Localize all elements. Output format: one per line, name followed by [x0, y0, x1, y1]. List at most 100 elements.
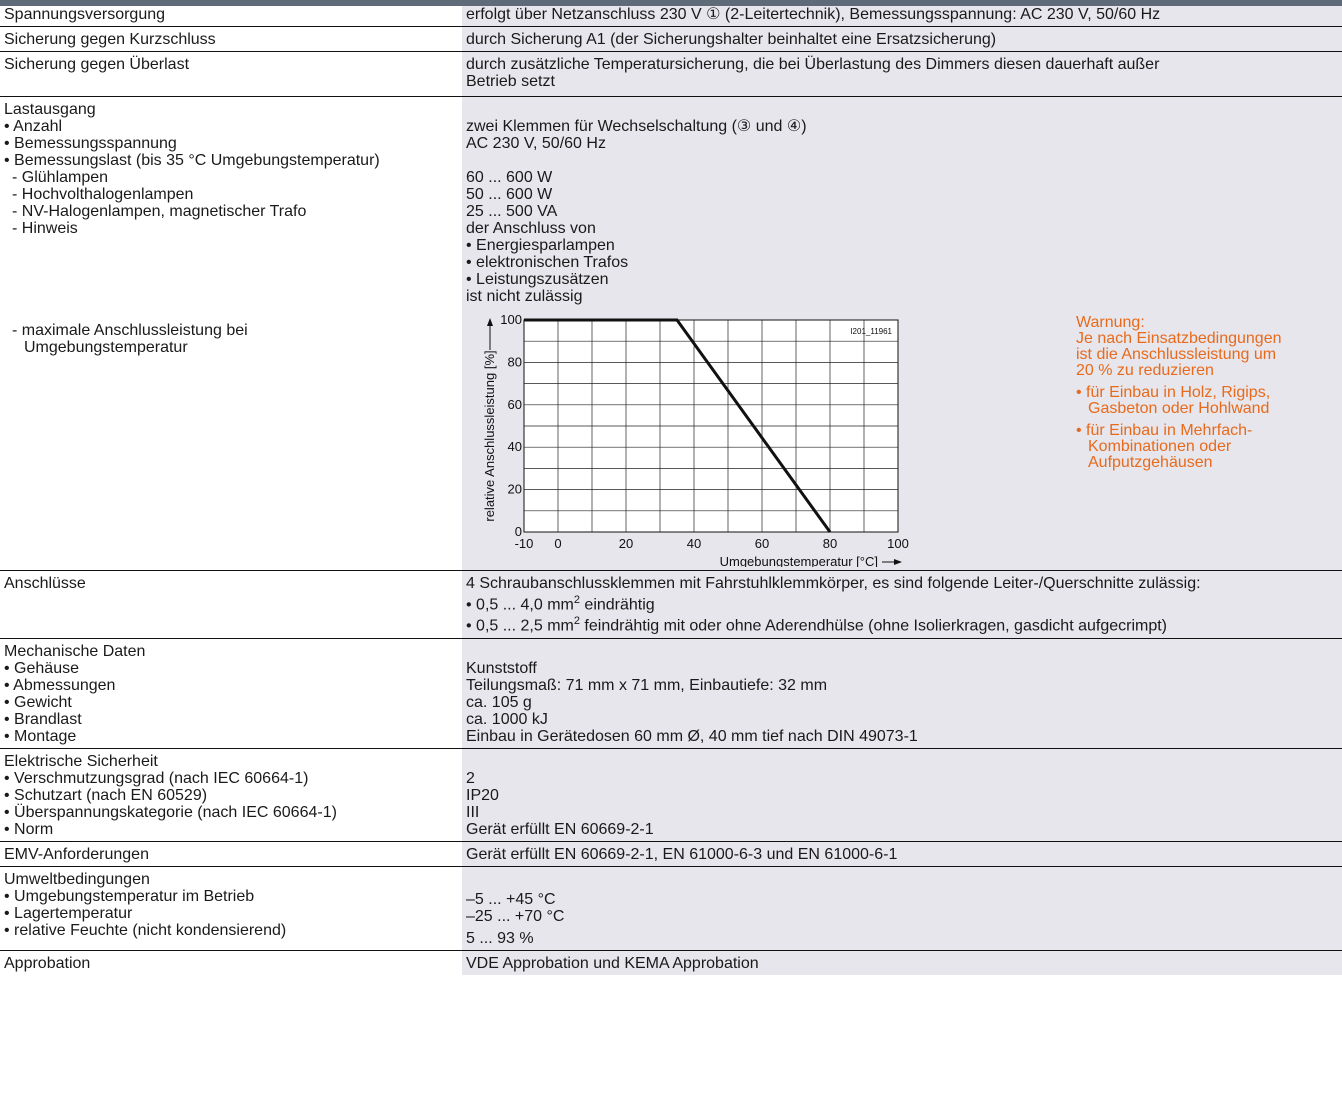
- row-value: erfolgt über Netzanschluss 230 V ① (2-Le…: [462, 6, 1342, 27]
- row-label: Spannungsversorgung: [0, 6, 462, 27]
- table-row: EMV-Anforderungen Gerät erfüllt EN 60669…: [0, 841, 1342, 867]
- section-title: Elektrische Sicherheit: [4, 752, 158, 770]
- item-value: IP20: [466, 786, 499, 804]
- item-value: zwei Klemmen für Wechselschaltung (③ und…: [466, 118, 807, 135]
- table-row: Sicherung gegen Kurzschluss durch Sicher…: [0, 26, 1342, 52]
- item-label: - Hinweis: [12, 220, 78, 237]
- item-label: Umgebungstemperatur: [24, 339, 188, 356]
- warning-text: 20 % zu reduzieren: [1076, 362, 1214, 379]
- table-row: Umweltbedingungen • Umgebungstemperatur …: [0, 866, 1342, 951]
- y-tick-label: 20: [508, 482, 522, 497]
- y-tick-label: 80: [508, 354, 522, 369]
- table-row: Mechanische Daten • Gehäuse • Abmessunge…: [0, 638, 1342, 749]
- y-axis-arrowhead: [487, 318, 493, 326]
- item-value: Gerät erfüllt EN 60669-2-1: [466, 820, 654, 838]
- x-tick-label: 80: [823, 536, 837, 551]
- warning-bullet-line: Aufputzgehäusen: [1088, 454, 1213, 471]
- row-value: durch zusätzliche Temperatursicherung, d…: [462, 51, 1342, 97]
- warning-title: Warnung:: [1076, 314, 1145, 331]
- value-line: Betrieb setzt: [466, 73, 555, 90]
- item-value: 50 ... 600 W: [466, 186, 553, 203]
- item-value: 2: [466, 769, 475, 787]
- item-value: ca. 1000 kJ: [466, 710, 548, 728]
- item-label: • Norm: [4, 820, 54, 838]
- item-label: • Montage: [4, 727, 77, 745]
- item-value: 4 Schraubanschlussklemmen mit Fahrstuhlk…: [466, 575, 1201, 592]
- item-label: • Abmessungen: [4, 676, 116, 694]
- section-title: Mechanische Daten: [4, 642, 146, 660]
- item-value: ca. 105 g: [466, 693, 532, 711]
- item-label: • Gehäuse: [4, 659, 79, 677]
- warning-text: ist die Anschlussleistung um: [1076, 346, 1277, 363]
- row-label-block: Elektrische Sicherheit • Verschmutzungsg…: [0, 748, 462, 842]
- item-label: • Überspannungskategorie (nach IEC 60664…: [4, 803, 337, 821]
- item-label: • Umgebungstemperatur im Betrieb: [4, 887, 255, 905]
- item-label: - NV-Halogenlampen, magnetischer Trafo: [12, 203, 307, 220]
- row-value: VDE Approbation und KEMA Approbation: [462, 950, 1342, 975]
- row-value-block: –5 ... +45 °C –25 ... +70 °C 5 ... 93 %: [462, 866, 1342, 951]
- section-title: Umweltbedingungen: [4, 870, 150, 888]
- warning-bullet-line: • für Einbau in Holz, Rigips,: [1076, 384, 1271, 401]
- item-value: der Anschluss von: [466, 220, 596, 237]
- row-value: Gerät erfüllt EN 60669-2-1, EN 61000-6-3…: [462, 841, 1342, 867]
- warning-bullet: • für Einbau in Holz, Rigips, Gasbeton o…: [1076, 385, 1326, 417]
- table-row: Approbation VDE Approbation und KEMA App…: [0, 950, 1342, 975]
- x-axis-label: Umgebungstemperatur [°C]: [720, 554, 878, 567]
- row-value-block: Kunststoff Teilungsmaß: 71 mm x 71 mm, E…: [462, 638, 1342, 749]
- warning-bullet-line: • für Einbau in Mehrfach-: [1076, 422, 1253, 439]
- derating-chart: -10 0 20 40 60 80 100020406080100I201_11961Umg…: [482, 312, 909, 569]
- item-value: 5 ... 93 %: [466, 929, 534, 947]
- item-value: • Energiesparlampen: [466, 237, 615, 254]
- table-row: Spannungsversorgung erfolgt über Netzans…: [0, 6, 1342, 27]
- item-label: • Brandlast: [4, 710, 82, 728]
- item-label: • Bemessungsspannung: [4, 135, 177, 152]
- item-value: 60 ... 600 W: [466, 169, 553, 186]
- item-label: • Verschmutzungsgrad (nach IEC 60664-1): [4, 769, 309, 787]
- warning-bullet-line: Kombinationen oder: [1088, 438, 1232, 455]
- item-value: • Leistungszusätzen: [466, 271, 609, 288]
- value-line: durch zusätzliche Temperatursicherung, d…: [466, 56, 1160, 73]
- item-value: AC 230 V, 50/60 Hz: [466, 135, 606, 152]
- item-value: 25 ... 500 VA: [466, 203, 558, 220]
- x-tick-label: 40: [687, 536, 701, 551]
- row-value-block: zwei Klemmen für Wechselschaltung (③ und…: [462, 96, 1342, 571]
- y-axis-label: relative Anschlussleistung [%]: [482, 350, 497, 521]
- y-tick-label: 60: [508, 397, 522, 412]
- item-value: Kunststoff: [466, 659, 537, 677]
- chart-area: -10 0 20 40 60 80 100 0 20 40 60 80 100 I201_11961 Umg…: [466, 305, 1338, 569]
- x-axis-arrowhead: [894, 559, 902, 565]
- warning-bullet-line: Gasbeton oder Hohlwand: [1088, 400, 1270, 417]
- item-label: • Lagertemperatur: [4, 904, 133, 922]
- item-label: - Hochvolthalogenlampen: [12, 186, 194, 203]
- item-label: - maximale Anschlussleistung bei: [12, 322, 248, 339]
- y-tick-label: 0: [515, 524, 522, 539]
- row-label: EMV-Anforderungen: [0, 841, 462, 867]
- row-label: Sicherung gegen Überlast: [0, 51, 462, 97]
- row-label-block: Umweltbedingungen • Umgebungstemperatur …: [0, 866, 462, 951]
- item-value: –25 ... +70 °C: [466, 907, 565, 925]
- row-label: Approbation: [0, 950, 462, 975]
- table-row: Lastausgang • Anzahl • Bemessungsspannun…: [0, 96, 1342, 571]
- table-row: Sicherung gegen Überlast durch zusätzlic…: [0, 51, 1342, 97]
- item-value: • 0,5 ... 2,5 mm2 feindrähtig mit oder o…: [466, 615, 1167, 635]
- section-title: Lastausgang: [4, 101, 96, 118]
- row-value: durch Sicherung A1 (der Sicherungshalter…: [462, 26, 1342, 52]
- item-label: • Gewicht: [4, 693, 72, 711]
- item-label: • Schutzart (nach EN 60529): [4, 786, 208, 804]
- warning-box: Warnung: Je nach Einsatzbedingungen ist …: [1076, 315, 1326, 471]
- item-label: • Bemessungslast (bis 35 °C Umgebungstem…: [4, 152, 380, 169]
- chart-id-label: I201_11961: [850, 327, 892, 336]
- table-row: Elektrische Sicherheit • Verschmutzungsg…: [0, 748, 1342, 842]
- row-label: Sicherung gegen Kurzschluss: [0, 26, 462, 52]
- item-value: Teilungsmaß: 71 mm x 71 mm, Einbautiefe:…: [466, 676, 828, 694]
- y-tick-label: 100: [500, 312, 522, 327]
- row-value-block: 2 IP20 III Gerät erfüllt EN 60669-2-1: [462, 748, 1342, 842]
- x-tick-label: 60: [755, 536, 769, 551]
- table-row: Anschlüsse 4 Schraubanschlussklemmen mit…: [0, 570, 1342, 639]
- item-value: –5 ... +45 °C: [466, 890, 556, 908]
- item-label: - Glühlampen: [12, 169, 109, 186]
- item-value: • elektronischen Trafos: [466, 254, 629, 271]
- item-label: • Anzahl: [4, 118, 63, 135]
- item-value: Einbau in Gerätedosen 60 mm Ø, 40 mm tie…: [466, 727, 918, 745]
- item-label: • relative Feuchte (nicht kondensierend): [4, 921, 287, 939]
